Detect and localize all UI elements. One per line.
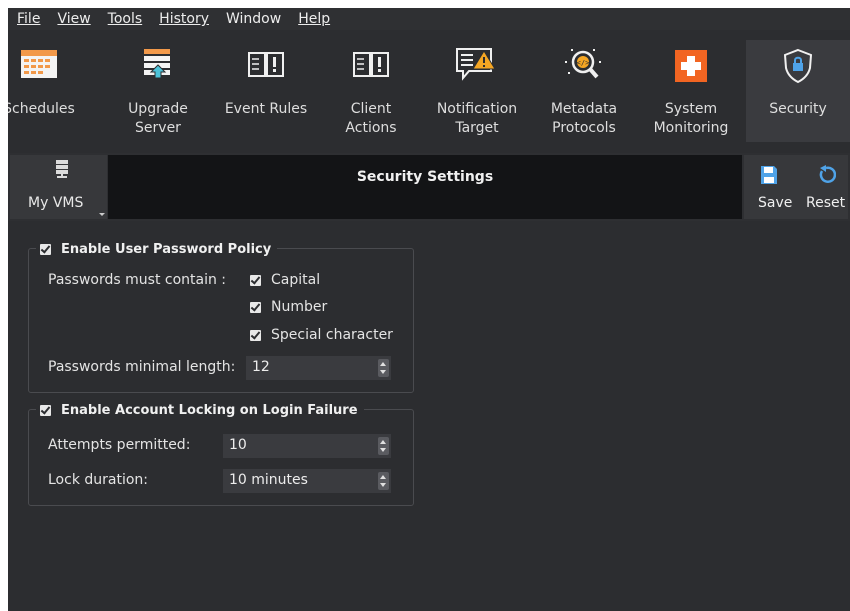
menu-history[interactable]: History xyxy=(150,11,217,27)
menu-tools-label: Tools xyxy=(107,11,143,27)
spinner-arrows-icon[interactable] xyxy=(378,437,389,455)
save-icon xyxy=(760,165,778,189)
menu-history-label: History xyxy=(159,11,209,27)
lock-duration-label: Lock duration: xyxy=(48,472,149,488)
min-length-spinbox[interactable]: 12 xyxy=(246,356,391,380)
header-actions: Save Reset xyxy=(744,155,848,219)
account-locking-checkbox[interactable] xyxy=(40,404,51,416)
attempts-label: Attempts permitted: xyxy=(48,437,191,453)
reset-label: Reset xyxy=(806,195,846,211)
medical-cross-icon xyxy=(675,50,707,88)
attempts-value: 10 xyxy=(229,437,247,453)
password-policy-checkbox[interactable] xyxy=(40,243,51,255)
chevron-down-icon[interactable] xyxy=(99,213,105,216)
line1: Notification xyxy=(436,101,518,117)
lock-duration-value: 10 minutes xyxy=(229,472,308,488)
menu-help[interactable]: Help xyxy=(289,11,338,27)
toolbar-security-label: Security xyxy=(746,100,850,119)
notification-warning-icon xyxy=(455,47,499,87)
passwords-contain-label: Passwords must contain : xyxy=(48,272,227,288)
line1: Security xyxy=(769,101,827,117)
app-window: File View Tools History Window Help Sche… xyxy=(8,8,850,611)
save-button[interactable]: Save xyxy=(744,155,794,219)
menu-help-label: Help xyxy=(298,11,331,27)
line2: Actions xyxy=(345,120,397,136)
toolbar: Schedules Upgrade Server Event Rules Cli… xyxy=(8,40,850,142)
special-character-checkbox[interactable] xyxy=(250,329,261,341)
menu-view-label: View xyxy=(57,11,91,27)
menu-window-label: Window xyxy=(225,11,282,27)
settings-header: My VMS Security Settings Save Reset xyxy=(8,153,850,221)
line1: Upgrade xyxy=(128,101,188,117)
server-upgrade-icon xyxy=(141,48,175,86)
toolbar-metadata-protocols[interactable]: </> Metadata Protocols xyxy=(531,40,637,142)
toolbar-event-rules-label: Event Rules xyxy=(213,100,319,119)
special-character-label: Special character xyxy=(271,327,393,343)
toolbar-system-monitoring[interactable]: System Monitoring xyxy=(638,40,744,142)
save-label: Save xyxy=(758,195,793,211)
toolbar-security[interactable]: Security xyxy=(746,40,850,142)
page-title: Security Settings xyxy=(356,169,494,185)
account-locking-title[interactable]: Enable Account Locking on Login Failure xyxy=(36,401,364,419)
line1: Client xyxy=(350,101,392,117)
metadata-search-icon: </> xyxy=(563,46,605,88)
calendar-icon xyxy=(21,50,57,84)
toolbar-notification-target[interactable]: Notification Target xyxy=(424,40,530,142)
account-locking-title-label: Enable Account Locking on Login Failure xyxy=(61,402,358,418)
vms-label: My VMS xyxy=(28,195,84,211)
number-option[interactable]: Number xyxy=(250,299,327,315)
line1: Event Rules xyxy=(224,101,308,117)
toolbar-upgrade-server-label: Upgrade Server xyxy=(108,100,208,138)
toolbar-metadata-protocols-label: Metadata Protocols xyxy=(531,100,637,138)
toolbar-notification-target-label: Notification Target xyxy=(424,100,530,138)
toolbar-client-actions-label: Client Actions xyxy=(318,100,424,138)
min-length-label: Passwords minimal length: xyxy=(48,359,236,375)
reset-icon xyxy=(816,165,837,189)
password-policy-title[interactable]: Enable User Password Policy xyxy=(36,240,278,258)
line2: Protocols xyxy=(552,120,616,136)
vms-selector[interactable]: My VMS xyxy=(10,155,107,219)
book-alert-icon xyxy=(247,50,285,84)
reset-button[interactable]: Reset xyxy=(796,155,848,219)
toolbar-client-actions[interactable]: Client Actions xyxy=(318,40,424,142)
menu-window[interactable]: Window xyxy=(217,11,289,27)
toolbar-event-rules[interactable]: Event Rules xyxy=(213,40,319,142)
line1: Metadata xyxy=(550,101,618,117)
book-alert-icon xyxy=(352,50,390,84)
number-checkbox[interactable] xyxy=(250,301,261,313)
title-area: Security Settings xyxy=(108,155,742,219)
toolbar-upgrade-server[interactable]: Upgrade Server xyxy=(108,40,208,142)
menu-tools[interactable]: Tools xyxy=(99,11,151,27)
shield-lock-icon xyxy=(782,48,814,90)
capital-checkbox[interactable] xyxy=(250,274,261,286)
menu-bar: File View Tools History Window Help xyxy=(8,8,850,30)
number-label: Number xyxy=(271,299,328,315)
spinner-arrows-icon[interactable] xyxy=(378,472,389,490)
special-character-option[interactable]: Special character xyxy=(250,327,393,343)
line2: Server xyxy=(135,120,181,136)
password-policy-title-label: Enable User Password Policy xyxy=(61,241,272,257)
attempts-spinbox[interactable]: 10 xyxy=(223,434,391,458)
line2: Monitoring xyxy=(653,120,729,136)
spinner-arrows-icon[interactable] xyxy=(378,359,389,377)
svg-text:</>: </> xyxy=(577,59,590,67)
min-length-value: 12 xyxy=(252,359,270,375)
toolbar-system-monitoring-label: System Monitoring xyxy=(638,100,744,138)
line1: System xyxy=(664,101,718,117)
lock-duration-spinbox[interactable]: 10 minutes xyxy=(223,469,391,493)
line1: Schedules xyxy=(8,101,75,117)
menu-view[interactable]: View xyxy=(48,11,98,27)
capital-label: Capital xyxy=(271,272,321,288)
menu-file[interactable]: File xyxy=(8,11,48,27)
server-stack-icon xyxy=(56,160,68,182)
toolbar-schedules-label: Schedules xyxy=(8,100,92,119)
line2: Target xyxy=(455,120,499,136)
menu-file-label: File xyxy=(17,11,41,27)
capital-option[interactable]: Capital xyxy=(250,272,320,288)
toolbar-schedules[interactable]: Schedules xyxy=(8,40,92,142)
